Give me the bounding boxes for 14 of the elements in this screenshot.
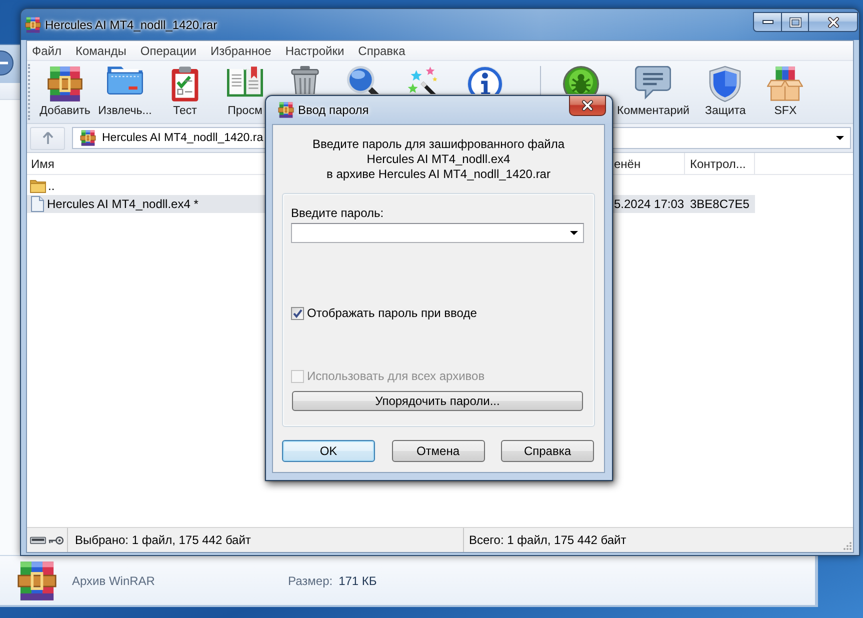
checksum: 3BE8C7E5 <box>690 197 750 211</box>
file-name: .. <box>48 179 55 193</box>
size-label: Размер: <box>288 574 333 588</box>
password-label: Введите пароль: <box>291 206 385 220</box>
dialog-title: Ввод пароля <box>298 103 369 117</box>
file-type: Архив WinRAR <box>72 574 156 588</box>
status-text: Всего: 1 файл, 175 442 байт <box>469 533 626 547</box>
file-name: Hercules AI MT4_nodll.ex4 * <box>47 197 198 211</box>
window-title: Hercules AI MT4_nodll_1420.rar <box>45 18 218 32</box>
dialog-message: Введите пароль для зашифрованного файла Hercules AI MT4_nodll.ex4 в архиве Hercules AI MT4_nodll_1420.rar <box>311 137 566 182</box>
checkbox-label: Использовать для всех архивов <box>307 369 485 383</box>
size-value: 171 КБ <box>338 574 377 588</box>
status-text: Выбрано: 1 файл, 175 442 байт <box>75 533 251 547</box>
date-time: 5.2024 17:03 <box>614 197 684 211</box>
